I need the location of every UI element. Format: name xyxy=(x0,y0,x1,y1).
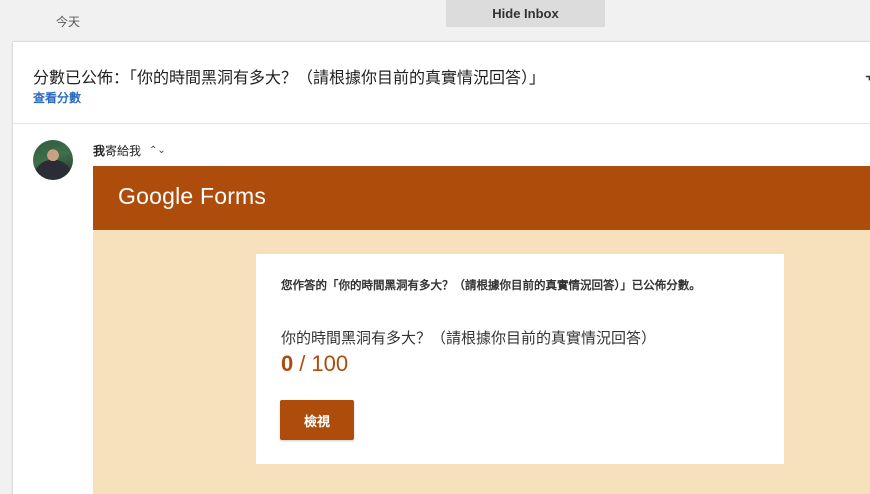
email-view: 今天 Hide Inbox 分數已公佈：「你的時間黑洞有多大？（請根據你目前的真… xyxy=(0,0,870,494)
chevron-updown-icon[interactable]: ⌃⌄ xyxy=(149,145,166,156)
header-divider xyxy=(13,123,870,124)
quiz-title: 你的時間黑洞有多大？（請根據你目前的真實情況回答） xyxy=(281,329,657,347)
hide-inbox-button[interactable]: Hide Inbox xyxy=(446,0,605,27)
google-forms-logo: Google Forms xyxy=(118,183,267,209)
view-score-link[interactable]: 查看分數 xyxy=(33,89,81,106)
recipient-text: 寄給我 xyxy=(105,144,142,158)
view-score-button[interactable]: 檢視 xyxy=(280,400,354,440)
score-separator: / xyxy=(299,351,306,376)
forms-header: Google Forms xyxy=(93,166,870,230)
sender-line: 我 寄給我 ⌃⌄ xyxy=(93,142,166,159)
score-display: 0/100 xyxy=(281,351,348,377)
forms-email-body: Google Forms 您作答的「你的時間黑洞有多大？（請根據你目前的真實情況… xyxy=(93,166,870,494)
score-max: 100 xyxy=(311,351,349,376)
email-subject: 分數已公佈：「你的時間黑洞有多大？（請根據你目前的真實情況回答）」 xyxy=(33,68,546,87)
print-icon[interactable]: ᆩ xyxy=(864,64,870,84)
score-card: 您作答的「你的時間黑洞有多大？（請根據你目前的真實情況回答）」已公佈分數。 你的… xyxy=(256,254,784,464)
sender-avatar[interactable] xyxy=(33,140,73,180)
score-announcement: 您作答的「你的時間黑洞有多大？（請根據你目前的真實情況回答）」已公佈分數。 xyxy=(281,278,701,292)
email-card: 分數已公佈：「你的時間黑洞有多大？（請根據你目前的真實情況回答）」 查看分數 ᆩ… xyxy=(13,42,870,494)
sender-name: 我 xyxy=(93,144,106,158)
score-value: 0 xyxy=(281,351,294,376)
date-group-label: 今天 xyxy=(56,15,81,29)
